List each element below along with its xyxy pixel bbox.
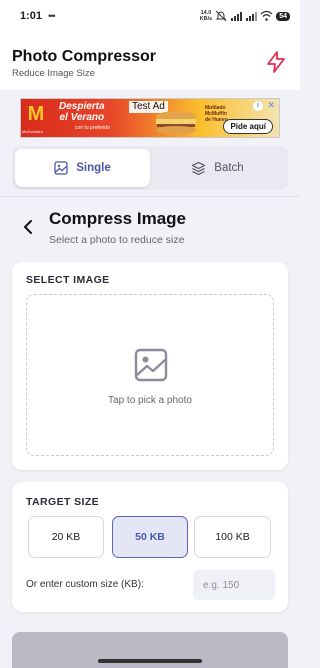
tab-single-label: Single xyxy=(76,162,111,174)
mute-icon xyxy=(215,10,227,22)
custom-size-input[interactable] xyxy=(193,570,275,600)
size-option-20kb[interactable]: 20 KB xyxy=(28,516,104,558)
signal-icon xyxy=(231,12,243,21)
ad-cta-button[interactable]: Pide aquí xyxy=(223,119,273,134)
tab-batch[interactable]: Batch xyxy=(150,149,285,187)
ad-close-icon[interactable]: ✕ xyxy=(267,100,275,111)
status-icons: 14.0 KB/s 54 xyxy=(200,10,290,22)
ad-headline-line2: el Verano xyxy=(59,112,105,123)
select-image-card: SELECT IMAGE Tap to pick a photo xyxy=(12,262,288,470)
status-bar: 1:01 ••• 14.0 KB/s 54 xyxy=(0,0,300,32)
ad-headline-line1: Despierta xyxy=(59,101,105,112)
network-speed: 14.0 KB/s xyxy=(200,10,213,22)
back-arrow-icon[interactable] xyxy=(20,218,38,236)
flash-icon[interactable] xyxy=(264,50,288,74)
ad-banner[interactable]: M McDonald's Despierta el Verano con tu … xyxy=(20,98,280,138)
ad-logo-caption: McDonald's xyxy=(22,129,43,134)
network-speed-unit: KB/s xyxy=(199,16,213,22)
image-placeholder-icon xyxy=(134,348,168,382)
signal-2-icon xyxy=(246,12,258,21)
status-time: 1:01 xyxy=(20,10,43,22)
ad-headline-sub: con tu preferido xyxy=(75,125,110,131)
wifi-icon xyxy=(260,10,273,21)
layers-icon xyxy=(192,161,206,175)
size-option-100kb[interactable]: 100 KB xyxy=(194,516,271,558)
page-title: Compress Image xyxy=(49,209,186,228)
page-subtitle: Select a photo to reduce size xyxy=(49,234,185,246)
mode-toggle: Single Batch xyxy=(12,146,288,190)
notification-dots: ••• xyxy=(48,11,56,21)
battery-icon: 54 xyxy=(276,11,290,21)
ad-food-image xyxy=(156,111,196,134)
pick-photo-prompt: Tap to pick a photo xyxy=(108,395,192,406)
app-header: Photo Compressor Reduce Image Size xyxy=(0,32,300,90)
size-option-50kb[interactable]: 50 KB xyxy=(112,516,188,558)
target-size-label: TARGET SIZE xyxy=(26,496,100,508)
ad-info-icon[interactable]: i xyxy=(253,101,263,111)
ad-logo: M xyxy=(27,103,45,125)
image-picker-dropzone[interactable]: Tap to pick a photo xyxy=(26,294,274,456)
app-title: Photo Compressor xyxy=(12,48,157,65)
divider xyxy=(0,196,300,197)
target-size-card: TARGET SIZE 20 KB 50 KB 100 KB Or enter … xyxy=(12,482,288,612)
custom-size-label: Or enter custom size (KB): xyxy=(26,579,144,590)
tab-batch-label: Batch xyxy=(214,162,244,174)
image-icon xyxy=(54,161,68,175)
ad-headline: Despierta el Verano xyxy=(59,101,105,123)
home-indicator[interactable] xyxy=(98,659,202,663)
select-image-label: SELECT IMAGE xyxy=(26,274,110,286)
app-subtitle: Reduce Image Size xyxy=(12,68,95,79)
tab-single[interactable]: Single xyxy=(15,149,150,187)
